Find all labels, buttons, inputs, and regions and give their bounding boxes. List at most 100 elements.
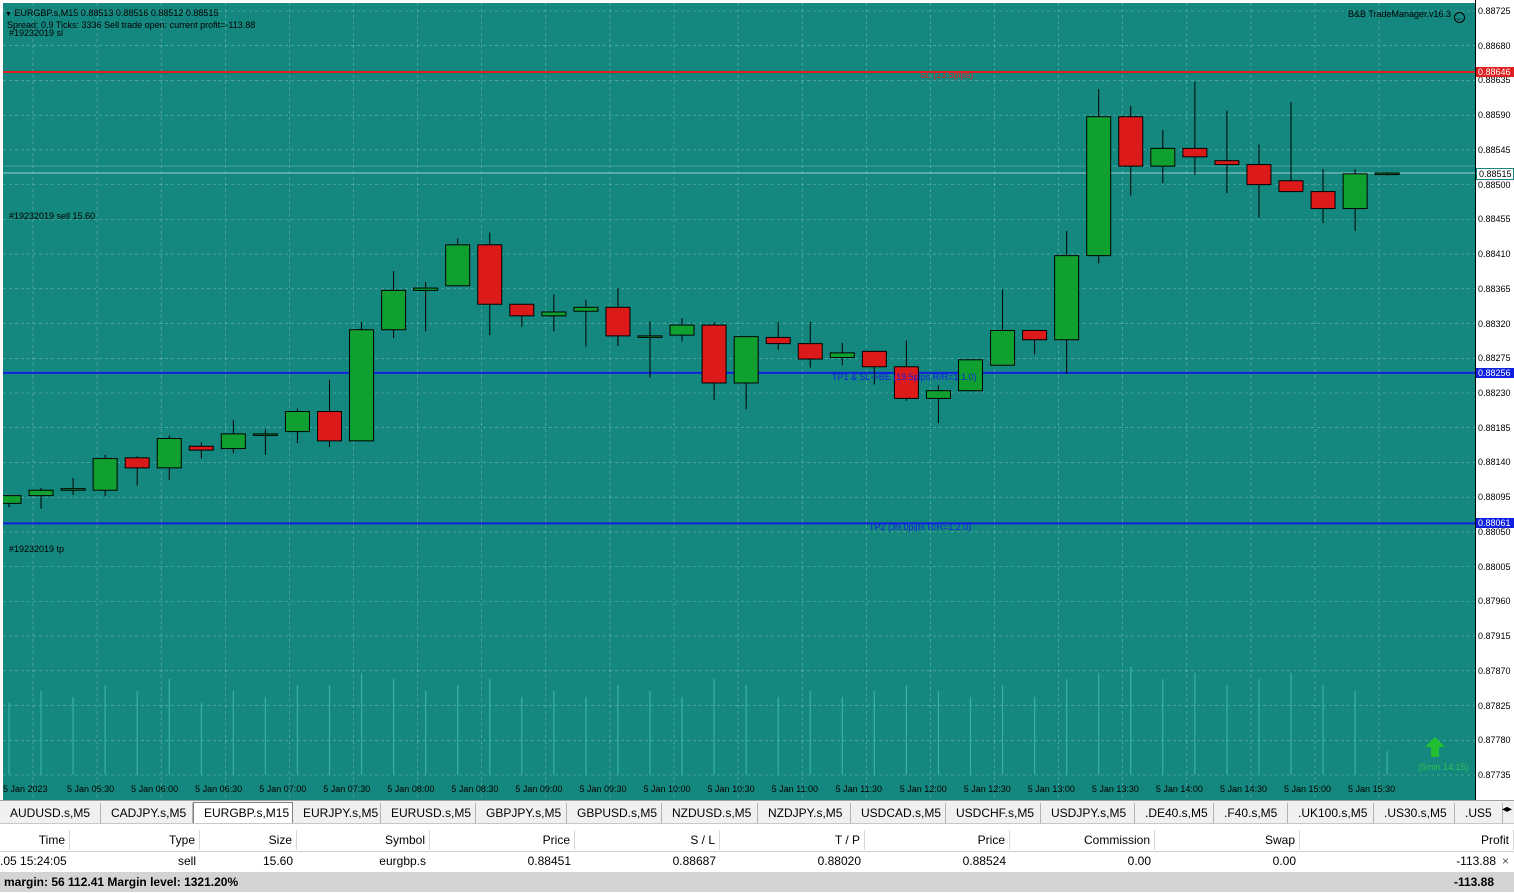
bull-candle	[60, 488, 86, 491]
bull-candle	[925, 390, 951, 399]
time-axis-label: 5 Jan 05:30	[67, 784, 115, 794]
column-header[interactable]: Price	[865, 830, 1010, 850]
column-header[interactable]: Type	[70, 830, 200, 850]
time-axis-label: 5 Jan 06:00	[131, 784, 179, 794]
bear-candle	[1310, 191, 1336, 210]
bull-candle	[349, 329, 375, 442]
column-header[interactable]: S / L	[575, 830, 720, 850]
summary-text: margin: 56 112.41 Margin level: 1321.20%	[4, 875, 239, 889]
bear-candle	[1214, 160, 1240, 166]
bear-candle	[701, 324, 727, 384]
time-axis-label: 5 Jan 06:30	[195, 784, 243, 794]
table-cell: 0.88524	[962, 854, 1006, 868]
table-cell: 0.00	[1127, 854, 1151, 868]
price-axis-label: 0.88185	[1478, 422, 1511, 433]
time-axis-label: 5 Jan 07:00	[259, 784, 307, 794]
ticket-tp-label: #19232019 tp	[9, 544, 65, 554]
symbol-tab[interactable]: .US5	[1455, 803, 1503, 823]
sl-price-badge: 0.88646	[1476, 66, 1514, 77]
symbol-tab[interactable]: GBPJPY.s,M5	[476, 803, 567, 823]
price-axis-label: 0.87780	[1478, 735, 1511, 746]
column-header[interactable]: Time	[0, 830, 70, 850]
bull-candle	[990, 329, 1016, 366]
symbol-tab[interactable]: AUDUSD.s,M5	[0, 803, 101, 823]
table-cell: sell	[177, 854, 196, 868]
symbol-tab[interactable]: .US30.s,M5	[1374, 803, 1455, 823]
bull-candle	[733, 336, 759, 384]
time-axis-label: 5 Jan 09:00	[515, 784, 563, 794]
symbol-tab[interactable]: USDCAD.s,M5	[851, 803, 946, 823]
time-axis-label: 5 Jan 12:00	[899, 784, 947, 794]
table-cell: .05 15:24:05	[0, 854, 67, 868]
symbol-tab[interactable]: GBPUSD.s,M5	[567, 803, 662, 823]
tp1-price-badge: 0.88256	[1476, 367, 1514, 378]
bear-candle	[477, 244, 503, 305]
bull-candle	[284, 411, 310, 433]
chart-plot-area[interactable]: ▼ EURGBP.s,M15 0.88513 0.88516 0.88512 0…	[3, 3, 1475, 800]
symbol-tab[interactable]: .UK100.s,M5	[1288, 803, 1374, 823]
symbol-tab[interactable]: USDJPY.s,M5	[1041, 803, 1135, 823]
chart-window[interactable]: ▼ EURGBP.s,M15 0.88513 0.88516 0.88512 0…	[0, 0, 1514, 800]
bear-candle	[797, 343, 823, 360]
sl-level-label: SL (13.5pips)	[920, 70, 974, 80]
bull-candle	[637, 335, 663, 338]
tp1-level-label: TP1 & SL->BE (19.5pips R/R=1:1.0)	[832, 372, 977, 382]
bear-candle	[124, 457, 150, 469]
price-axis-label: 0.88680	[1478, 40, 1511, 51]
symbol-tab[interactable]: EURGBP.s,M15	[193, 802, 293, 823]
column-header[interactable]: Price	[430, 830, 575, 850]
price-axis-label: 0.87870	[1478, 665, 1511, 676]
table-cell: 15.60	[262, 854, 293, 868]
price-axis-label: 0.88050	[1478, 526, 1511, 537]
price-axis-label: 0.87735	[1478, 770, 1511, 780]
trade-table: Time Type Size Symbol Price S / LT / P Price Co…	[0, 825, 1514, 893]
bull-candle	[220, 433, 246, 450]
price-axis-label: 0.88230	[1478, 388, 1511, 398]
price-axis-label: 0.88590	[1478, 110, 1511, 121]
collapse-triangle-icon[interactable]: ▼	[5, 11, 12, 18]
price-axis[interactable]: 0.88725 0.88680 0.88635 0.88590 0.88545 0.885…	[1475, 0, 1514, 800]
table-cell: eurgbp.s	[379, 854, 426, 868]
column-header[interactable]: Symbol	[297, 830, 430, 850]
symbol-tab[interactable]: EURJPY.s,M5	[293, 803, 381, 823]
column-header[interactable]: Commission	[1010, 830, 1155, 850]
smiley-icon: ‿	[1453, 12, 1465, 23]
candlestick-chart[interactable]	[3, 3, 1475, 800]
symbol-tab[interactable]: NZDJPY.s,M5	[758, 803, 851, 823]
time-axis-label: 5 Jan 15:30	[1348, 784, 1396, 794]
account-summary: margin: 56 112.41 Margin level: 1321.20%…	[0, 872, 1514, 892]
close-icon[interactable]: ×	[1502, 852, 1509, 870]
symbol-tab[interactable]: .DE40.s,M5	[1135, 803, 1214, 823]
bull-candle	[3, 495, 22, 504]
time-axis-label: 5 Jan 11:30	[835, 784, 883, 794]
time-axis-label: 5 Jan 08:30	[451, 784, 499, 794]
symbol-tab[interactable]: USDCHF.s,M5	[946, 803, 1041, 823]
bull-candle	[445, 244, 471, 287]
symbol-tab[interactable]: .F40.s,M5	[1214, 803, 1288, 823]
symbol-tabs-bar: AUDUSD.s,M5 CADJPY.s,M5 EURGBP.s,M15 EURJPY…	[0, 800, 1514, 824]
time-axis-label: 5 Jan 08:00	[387, 784, 435, 794]
column-header[interactable]: Profit	[1300, 830, 1514, 850]
column-header[interactable]: T / P	[720, 830, 865, 850]
time-axis-label: 5 Jan 14:00	[1155, 784, 1203, 794]
symbol-tab[interactable]: NZDUSD.s,M5	[662, 803, 758, 823]
column-header[interactable]: Size	[200, 830, 297, 850]
tp2-level-label: TP2 (39.0pips R/R=1:2.0)	[869, 522, 972, 532]
price-axis-label: 0.88635	[1478, 75, 1511, 86]
bull-candle	[381, 289, 407, 331]
ea-name-text: B&B TradeManager.v16.3	[1348, 9, 1452, 19]
bull-candle	[1086, 116, 1112, 257]
time-axis-label: 5 Jan 10:00	[643, 784, 691, 794]
price-axis-label: 0.87915	[1478, 631, 1511, 642]
bull-candle	[829, 352, 855, 359]
column-header[interactable]: Swap	[1155, 830, 1300, 850]
scroll-arrows-icon[interactable]: ◂▸	[1502, 804, 1512, 815]
price-axis-label: 0.88410	[1478, 249, 1511, 260]
price-axis-label: 0.87960	[1478, 596, 1511, 607]
price-axis-label: 0.88725	[1478, 6, 1511, 16]
time-axis-label: 5 Jan 07:30	[323, 784, 371, 794]
symbol-tab[interactable]: EURUSD.s,M5	[381, 803, 476, 823]
price-axis-label: 0.88320	[1478, 318, 1511, 329]
symbol-tab[interactable]: CADJPY.s,M5	[101, 803, 193, 823]
bear-candle	[1022, 329, 1048, 341]
